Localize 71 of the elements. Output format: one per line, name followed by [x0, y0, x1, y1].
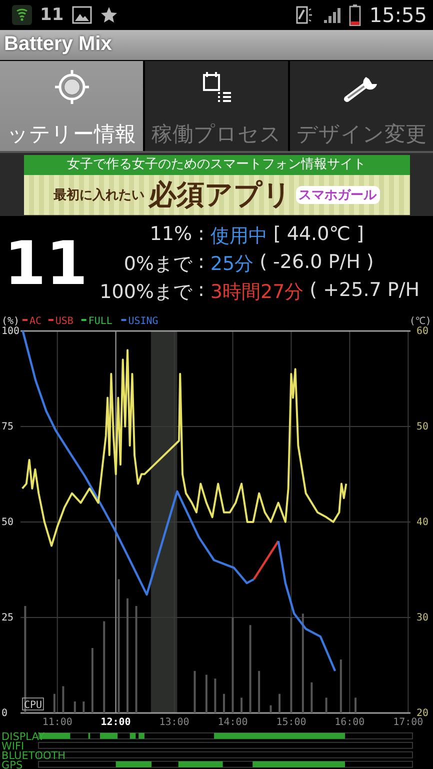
y-tick-label: 50 — [416, 422, 428, 433]
lane-label: GPS — [2, 759, 23, 769]
tab[interactable]: 稼働プロセス — [145, 60, 288, 151]
legend-label: USB — [55, 316, 74, 328]
y-tick-label: 75 — [2, 422, 14, 433]
cpu-bar — [205, 674, 208, 714]
right-axis-label: (℃) — [409, 316, 432, 328]
cpu-bar — [82, 702, 85, 714]
image-icon — [72, 6, 92, 24]
separator: : — [198, 250, 204, 275]
ad-headline: 必須アプリ — [148, 176, 292, 213]
y-tick-label: 25 — [2, 612, 14, 624]
y-tick-label: 100 — [2, 326, 20, 338]
cpu-label: CPU — [22, 698, 44, 712]
legend-label: AC — [30, 316, 42, 328]
cpu-bar — [214, 678, 216, 714]
separator: : — [198, 278, 204, 303]
tab[interactable]: ッテリー情報 — [0, 60, 143, 151]
x-tick-label: 14:00 — [218, 717, 248, 728]
legend-label: USING — [128, 316, 158, 328]
y-tick-label: 40 — [416, 517, 428, 528]
cpu-bar — [258, 671, 260, 714]
cpu-bar — [222, 694, 225, 714]
star-icon — [100, 6, 118, 24]
cpu-bar — [240, 698, 243, 714]
cpu-bar — [278, 694, 281, 714]
x-tick-label: 12:00 — [100, 717, 131, 728]
x-tick-label: 16:00 — [334, 717, 365, 728]
notification-count: 11 — [40, 4, 64, 25]
ad-tagline: 女子で作る女子のためのスマートフォン情報サイト — [24, 154, 410, 175]
x-tick-label: 13:00 — [159, 717, 190, 728]
row-detail: [ 44.0℃ ] — [273, 222, 364, 247]
ad-lead: 最初に入れたい — [54, 186, 144, 204]
cpu-bar — [325, 698, 328, 714]
tab[interactable]: デザイン変更 — [290, 60, 433, 151]
row-detail: ( +25.7 P/H — [310, 278, 420, 303]
y-tick-label: 60 — [416, 326, 428, 338]
row-value: 3時間27分 — [210, 280, 304, 305]
y-tick-label: 30 — [416, 612, 428, 624]
x-tick-label: 15:00 — [276, 717, 306, 728]
cpu-bar — [354, 698, 357, 714]
battery-icon — [349, 4, 362, 26]
y-axis-label: (%) — [2, 316, 20, 328]
series-label: CPU — [24, 700, 42, 712]
cpu-bar — [340, 660, 342, 714]
ad-brand: スマホガール — [296, 186, 380, 204]
row-value: 使用中 — [210, 224, 268, 249]
row-label: 100%まで — [98, 280, 192, 305]
separator: : — [198, 222, 204, 247]
cpu-bar — [74, 702, 76, 714]
row-detail: ( -26.0 P/H ) — [260, 250, 374, 275]
cpu-bar — [53, 694, 56, 714]
cpu-bar — [310, 682, 313, 714]
row-label: 11% — [148, 222, 192, 247]
lane-label: WIFI — [2, 740, 24, 753]
y-tick-label: 50 — [2, 517, 14, 528]
cpu-bar — [91, 648, 94, 714]
signal-icon — [323, 6, 342, 24]
x-tick-label: 17:00 — [393, 717, 424, 728]
x-tick-label: 11:00 — [42, 717, 72, 728]
cpu-bar — [62, 686, 64, 714]
cpu-bar — [194, 671, 196, 714]
lane-label: BLUETOOTH — [2, 750, 66, 762]
row-value: 25分 — [210, 252, 254, 277]
row-label: 0%まで — [122, 252, 192, 277]
legend-label: FULL — [88, 316, 112, 328]
cpu-bar — [270, 706, 272, 714]
clock: 15:55 — [369, 2, 427, 27]
y-tick-label: 0 — [2, 708, 8, 720]
battery-level: 11 — [3, 228, 89, 299]
app-title: Battery Mix — [4, 33, 112, 56]
